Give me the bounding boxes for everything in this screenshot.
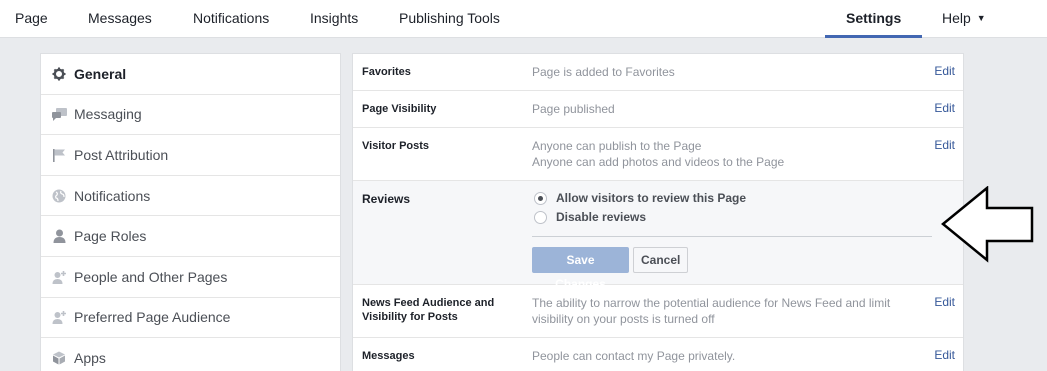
- edit-visitor-posts-link[interactable]: Edit: [934, 138, 955, 152]
- settings-row-favorites: Favorites Page is added to Favorites Edi…: [353, 54, 963, 91]
- person-plus-icon: [51, 269, 67, 285]
- settings-row-messages: Messages People can contact my Page priv…: [353, 338, 963, 371]
- globe-icon: [51, 188, 67, 204]
- chat-bubbles-icon: [51, 106, 67, 122]
- nav-tab-notifications[interactable]: Notifications: [193, 0, 269, 38]
- edit-page-visibility-link[interactable]: Edit: [934, 101, 955, 115]
- radio-label: Allow visitors to review this Page: [556, 191, 747, 205]
- nav-tab-help[interactable]: Help ▼: [942, 0, 986, 38]
- settings-sidebar: General Messaging Post Attribution Notif…: [40, 53, 341, 371]
- radio-disable-reviews[interactable]: Disable reviews: [534, 210, 646, 224]
- edit-messages-link[interactable]: Edit: [934, 348, 955, 362]
- cancel-button[interactable]: Cancel: [633, 247, 688, 273]
- save-changes-button[interactable]: Save Changes: [532, 247, 629, 291]
- sidebar-item-messaging[interactable]: Messaging: [41, 95, 340, 136]
- sidebar-item-preferred-page-audience[interactable]: Preferred Page Audience: [41, 298, 340, 339]
- sidebar-item-label: Apps: [74, 350, 106, 367]
- settings-row-visitor-posts: Visitor Posts Anyone can publish to the …: [353, 128, 963, 181]
- setting-label: Favorites: [362, 66, 411, 78]
- setting-value: The ability to narrow the potential audi…: [532, 296, 891, 326]
- settings-panel: Favorites Page is added to Favorites Edi…: [352, 53, 964, 371]
- radio-label: Disable reviews: [556, 210, 647, 224]
- edit-news-feed-audience-link[interactable]: Edit: [934, 295, 955, 309]
- chevron-down-icon: ▼: [976, 13, 986, 23]
- setting-label: Reviews: [362, 192, 411, 206]
- sidebar-item-label: Notifications: [74, 187, 151, 204]
- settings-row-page-visibility: Page Visibility Page published Edit: [353, 91, 963, 128]
- setting-label: Visitor Posts: [362, 140, 430, 152]
- sidebar-item-label: Post Attribution: [74, 146, 169, 163]
- person-icon: [51, 228, 67, 244]
- nav-tab-settings[interactable]: Settings: [846, 0, 901, 38]
- sidebar-item-people-and-other-pages[interactable]: People and Other Pages: [41, 257, 340, 298]
- edit-favorites-link[interactable]: Edit: [934, 64, 955, 78]
- gear-icon: [51, 66, 67, 82]
- radio-allow-reviews[interactable]: Allow visitors to review this Page: [534, 191, 746, 205]
- sidebar-item-apps[interactable]: Apps: [41, 338, 340, 371]
- sidebar-item-post-attribution[interactable]: Post Attribution: [41, 135, 340, 176]
- sidebar-item-label: Page Roles: [74, 228, 147, 245]
- left-arrow-icon: [941, 186, 1034, 263]
- nav-tab-page[interactable]: Page: [15, 0, 48, 38]
- nav-tab-publishing-tools[interactable]: Publishing Tools: [399, 0, 500, 38]
- radio-button-checked[interactable]: [534, 191, 547, 205]
- sidebar-item-label: General: [74, 65, 127, 82]
- flag-icon: [51, 147, 67, 163]
- setting-label: News Feed Audience and Visibility for Po…: [362, 297, 495, 323]
- setting-label: Page Visibility: [362, 103, 437, 115]
- nav-tab-insights[interactable]: Insights: [310, 0, 358, 38]
- radio-button[interactable]: [534, 210, 547, 224]
- setting-label: Messages: [362, 350, 415, 362]
- setting-value: Page is added to Favorites: [532, 65, 675, 79]
- nav-help-label: Help: [942, 10, 971, 26]
- setting-value: People can contact my Page privately.: [532, 349, 736, 363]
- setting-value-line: Anyone can publish to the Page: [532, 139, 702, 153]
- cube-icon: [51, 350, 67, 366]
- setting-value: Page published: [532, 102, 615, 116]
- sidebar-item-label: People and Other Pages: [74, 268, 228, 285]
- page-top-nav: Page Messages Notifications Insights Pub…: [0, 0, 1047, 38]
- nav-tab-messages[interactable]: Messages: [88, 0, 152, 38]
- active-tab-indicator: [825, 35, 922, 38]
- sidebar-item-notifications[interactable]: Notifications: [41, 176, 340, 217]
- setting-value-line: Anyone can add photos and videos to the …: [532, 155, 785, 169]
- divider: [532, 236, 932, 237]
- sidebar-item-general[interactable]: General: [41, 54, 340, 95]
- setting-value: Anyone can publish to the Page Anyone ca…: [532, 138, 912, 170]
- sidebar-item-label: Messaging: [74, 106, 142, 123]
- settings-row-reviews: Reviews Allow visitors to review this Pa…: [353, 181, 963, 291]
- sidebar-item-label: Preferred Page Audience: [74, 309, 231, 326]
- sidebar-item-page-roles[interactable]: Page Roles: [41, 216, 340, 257]
- settings-row-news-feed-audience: News Feed Audience and Visibility for Po…: [353, 285, 963, 338]
- person-plus-icon: [51, 309, 67, 325]
